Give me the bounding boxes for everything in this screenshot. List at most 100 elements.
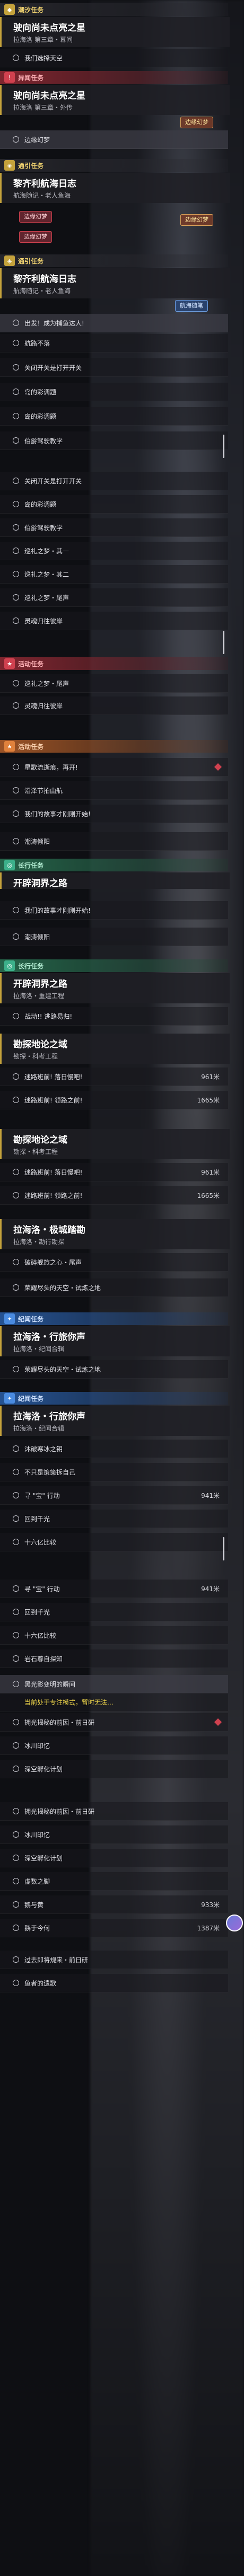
objective-circle-icon [13, 1742, 19, 1749]
section-header[interactable]: ◆ 潮汐任务 [0, 3, 228, 16]
scrollbar-thumb[interactable] [223, 631, 224, 654]
quest-objective[interactable]: 潮涛倾阳 [0, 928, 228, 946]
quest-objective[interactable]: 不只是策策拆自己 [0, 1463, 228, 1481]
quest-title-card[interactable]: 驶向尚未点亮之星 拉海洛 第三章・幕间 [0, 17, 230, 47]
objective-circle-icon [13, 1956, 19, 1963]
quest-objective[interactable]: 破碎舰旅之心・尾声 [0, 1253, 228, 1272]
quest-objective[interactable]: 巡礼之梦・尾声 [0, 588, 228, 607]
long-quest-icon: ◎ [4, 960, 15, 971]
section-header[interactable]: ◈ 通引任务 [0, 254, 228, 267]
quest-objective[interactable]: 星歌流逝痕，再开! [0, 758, 228, 777]
quest-objective[interactable]: 沐破寒冰之钥 [0, 1440, 228, 1458]
region-badge[interactable]: 边缘幻梦 [180, 117, 213, 128]
region-badge[interactable]: 边缘幻梦 [19, 231, 52, 243]
quest-title-card[interactable]: 开辟洞界之路 [0, 872, 230, 889]
section-header[interactable]: ◈ 通引任务 [0, 159, 228, 172]
objective-circle-icon [13, 1445, 19, 1452]
quest-title-card[interactable]: 黎齐利航海日志 航海随记・老人鱼海 [0, 173, 230, 203]
focus-mode-warning: 当前处于专注模式，暂时无法... [0, 1693, 228, 1712]
quest-objective[interactable]: 荣耀尽头的天空・试炼之地 [0, 1360, 228, 1379]
quest-objective[interactable]: 黑光影变明的瞬间 [0, 1675, 228, 1693]
section-header[interactable]: ✦ 纪闻任务 [0, 1312, 228, 1325]
quest-objective[interactable]: 寻 "宝" 行动 941米 [0, 1580, 228, 1598]
section-header[interactable]: ★ 活动任务 [0, 657, 228, 670]
section-header[interactable]: ◎ 长行任务 [0, 859, 228, 871]
avatar[interactable] [226, 1915, 243, 1931]
quest-objective[interactable]: 我们的故事才刚刚开始! [0, 805, 228, 823]
quest-objective[interactable]: 航路不落 [0, 334, 228, 352]
tide-quest-icon: ◆ [4, 4, 15, 15]
quest-objective[interactable]: 鱼者的遗歌 [0, 1974, 228, 1992]
section-header[interactable]: ! 异闻任务 [0, 71, 228, 84]
quest-objective[interactable]: 巡礼之梦・尾声 [0, 674, 228, 693]
quest-objective[interactable]: 冰川印忆 [0, 1825, 228, 1844]
quest-objective[interactable]: 十六亿比较 [0, 1626, 228, 1645]
quest-objective[interactable]: 岛的彩调题 [0, 495, 228, 514]
region-badge[interactable]: 航海随笔 [175, 300, 208, 312]
quest-objective[interactable]: 沼泽节拍由航 [0, 781, 228, 800]
quest-objective[interactable]: 回到千光 [0, 1510, 228, 1528]
objective-circle-icon [13, 680, 19, 686]
quest-objective[interactable]: 我们选择天空 [0, 49, 228, 67]
quest-objective[interactable]: 战动!! 逃路易归! [0, 1007, 228, 1026]
quest-objective[interactable]: 拥光揭秘的前因・前日研 [0, 1713, 228, 1732]
region-badge[interactable]: 边缘幻梦 [19, 211, 52, 223]
quest-objective[interactable]: 迷路班前! 落日慢吧! 961米 [0, 1068, 228, 1086]
objective-circle-icon [13, 364, 19, 370]
quest-objective[interactable]: 岛的彩调题 [0, 383, 228, 401]
quest-title-card[interactable]: 驶向尚未点亮之星 拉海洛 第三章・外传 [0, 85, 230, 115]
long-quest-icon: ◎ [4, 860, 15, 870]
quest-objective[interactable]: 十六亿比较 [0, 1533, 228, 1551]
quest-objective[interactable]: 出发！成为捕鱼达人! [0, 314, 228, 332]
quest-objective[interactable]: 岛的彩调题 [0, 407, 228, 426]
quest-title-card[interactable]: 开辟洞界之路 拉海洛・重建工程 [0, 973, 230, 1003]
scrollbar-thumb[interactable] [223, 1537, 224, 1560]
quest-objective[interactable]: 深空孵化计划 [0, 1849, 228, 1867]
quest-objective[interactable]: 虚数之脚 [0, 1872, 228, 1891]
quest-objective[interactable]: 潮涛倾阳 [0, 832, 228, 851]
objective-circle-icon [13, 524, 19, 531]
quest-objective[interactable]: 我们的故事才刚刚开始! [0, 901, 228, 920]
quest-objective[interactable]: 关闭开关是打开开关 [0, 472, 228, 490]
quest-objective[interactable]: 冰川印忆 [0, 1736, 228, 1755]
quest-objective[interactable]: 过去即将规来・前日研 [0, 1951, 228, 1969]
quest-objective[interactable]: 关闭开关是打开开关 [0, 358, 228, 377]
quest-objective[interactable]: 伯爵驾驶教学 [0, 431, 228, 450]
section-header[interactable]: ✦ 纪闻任务 [0, 1392, 228, 1405]
section-header[interactable]: ★ 活动任务 [0, 740, 228, 753]
section-header[interactable]: ◎ 长行任务 [0, 959, 228, 972]
quest-objective[interactable]: 鹅于今何 1387米 [0, 1919, 228, 1937]
quest-objective[interactable]: 迷路班前! 落日慢吧! 961米 [0, 1163, 228, 1181]
chronicle-quest-icon: ✦ [4, 1393, 15, 1404]
quest-objective[interactable]: 荣耀尽头的天空・试炼之地 [0, 1278, 228, 1297]
region-badge[interactable]: 边缘幻梦 [180, 214, 213, 226]
objective-circle-icon [13, 1609, 19, 1615]
scrollbar-thumb[interactable] [223, 435, 224, 458]
quest-title-card[interactable]: 勘探地论之域 勘探・科考工程 [0, 1034, 230, 1064]
quest-title-card[interactable]: 拉海洛・行旅你声 拉海洛・纪闻合辑 [0, 1406, 230, 1436]
quest-objective[interactable]: 拥光揭秘的前因・前日研 [0, 1802, 228, 1821]
quest-objective[interactable]: 灵魂归往彼岸 [0, 612, 228, 630]
quest-objective[interactable]: 岩石尊自探知 [0, 1649, 228, 1668]
objective-circle-icon [13, 389, 19, 395]
quest-objective[interactable]: 巡礼之梦・其一 [0, 542, 228, 560]
quest-title-card[interactable]: 拉海洛・极城踏勘 拉海洛・勘行勘探 [0, 1219, 230, 1249]
quest-objective[interactable]: 巡礼之梦・其二 [0, 565, 228, 584]
quest-title-card[interactable]: 拉海洛・行旅你声 拉海洛・纪闻合辑 [0, 1326, 230, 1356]
quest-objective[interactable]: 迷路班前! 领路之前! 1665米 [0, 1186, 228, 1205]
quest-title-card[interactable]: 黎齐利航海日志 航海随记・老人鱼海 [0, 268, 230, 298]
event-quest-icon: ★ [4, 741, 15, 752]
quest-objective[interactable]: 灵魂归往彼岸 [0, 696, 228, 715]
quest-objective[interactable]: 回到千光 [0, 1603, 228, 1621]
quest-objective[interactable]: 深空孵化计划 [0, 1760, 228, 1778]
quest-objective[interactable]: 迷路班前! 领路之前! 1665米 [0, 1091, 228, 1109]
quest-objective[interactable]: 伯爵驾驶教学 [0, 518, 228, 537]
quest-objective[interactable]: 鹅与黄 933米 [0, 1895, 228, 1914]
objective-circle-icon [13, 55, 19, 61]
objective-circle-icon [13, 1492, 19, 1498]
objective-circle-icon [13, 1925, 19, 1931]
quest-objective[interactable]: 寻 "宝" 行动 941米 [0, 1486, 228, 1505]
quest-title-card[interactable]: 勘探地论之域 勘探・科考工程 [0, 1129, 230, 1159]
quest-objective[interactable]: 边缘幻梦 [0, 130, 228, 149]
objective-circle-icon [13, 933, 19, 940]
